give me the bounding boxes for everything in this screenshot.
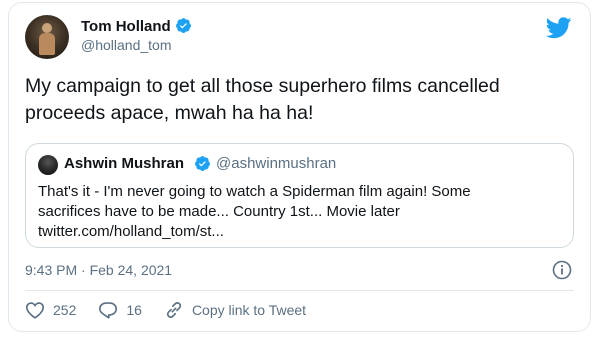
copy-link-button[interactable]: Copy link to Tweet (164, 300, 306, 320)
action-bar: 252 16 Copy link to Tweet (25, 299, 328, 321)
like-button[interactable]: 252 (25, 301, 76, 319)
avatar-figure-head (42, 23, 52, 33)
quoted-author-avatar (38, 155, 58, 175)
heart-icon (25, 302, 45, 319)
author-name-text: Tom Holland (81, 18, 171, 35)
quoted-author-handle: @ashwinmushran (216, 155, 337, 172)
tweet-timestamp[interactable]: 9:43 PM · Feb 24, 2021 (25, 262, 172, 278)
info-icon[interactable] (552, 260, 572, 285)
link-icon (166, 302, 182, 318)
author-avatar[interactable] (25, 15, 69, 59)
quoted-author-name: Ashwin Mushran (64, 155, 185, 172)
twitter-bird-icon[interactable] (545, 17, 572, 44)
verified-badge-icon (175, 17, 192, 38)
tweet-text-line-1: My campaign to get all those superhero f… (25, 75, 500, 97)
quoted-text-link: twitter.com/holland_tom/st... (38, 223, 224, 240)
quoted-verified-badge-icon (194, 155, 211, 177)
tweet-text-line-2: proceeds apace, mwah ha ha ha! (25, 102, 314, 124)
tweet-text: My campaign to get all those superhero f… (25, 73, 565, 127)
quoted-text-line-2: sacrifices have to be made... Country 1s… (38, 203, 400, 220)
avatar-figure-body (39, 33, 55, 55)
action-divider (25, 290, 574, 291)
author-handle[interactable]: @holland_tom (81, 37, 172, 53)
like-count: 252 (53, 302, 77, 318)
quoted-text-line-1: That's it - I'm never going to watch a S… (38, 183, 471, 200)
quoted-tweet[interactable]: Ashwin Mushran @ashwinmushran That's it … (25, 143, 574, 248)
tweet-card: Tom Holland @holland_tom My campaign to … (8, 2, 591, 332)
reply-button[interactable]: 16 (98, 301, 142, 319)
quoted-tweet-text: That's it - I'm never going to watch a S… (38, 182, 558, 242)
reply-icon (99, 302, 118, 319)
author-name[interactable]: Tom Holland (81, 17, 192, 38)
reply-count: 16 (126, 302, 142, 318)
copy-link-label: Copy link to Tweet (191, 302, 307, 318)
